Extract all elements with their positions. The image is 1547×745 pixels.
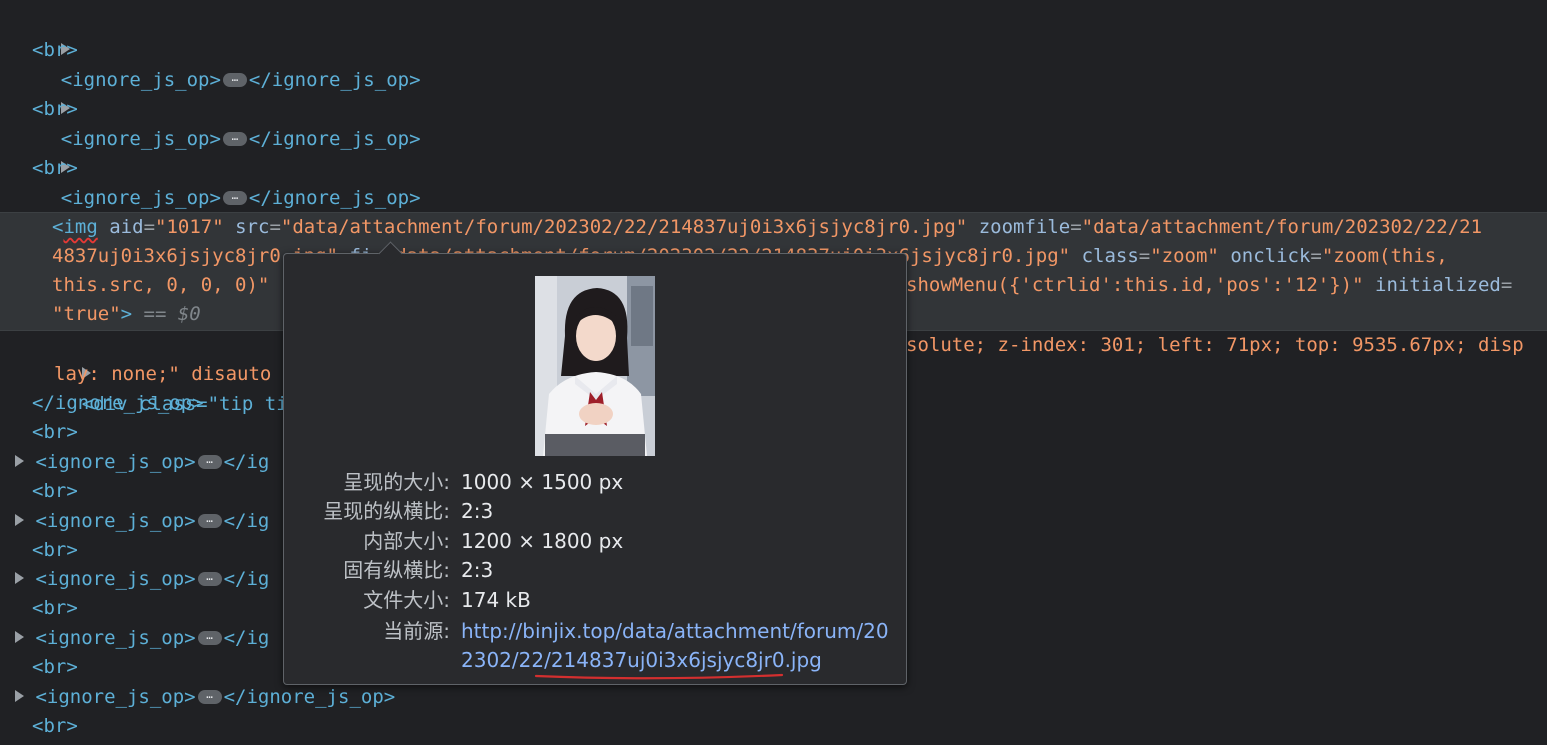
tooltip-row-intrinsic-ratio: 固有纵横比: 2:3	[343, 558, 494, 582]
tooltip-row-rendered-ratio: 呈现的纵横比: 2:3	[323, 499, 494, 523]
ellipsis-icon[interactable]: …	[197, 454, 222, 469]
dom-node-ignore-js-op[interactable]: <ignore_js_op>… </ignore_js_op>	[15, 125, 1547, 209]
expand-triangle-icon[interactable]	[15, 689, 24, 702]
div-tip-style-tail: solute; z-index: 301; left: 71px; top: 9…	[906, 334, 1524, 356]
image-thumbnail	[535, 276, 655, 456]
dom-node-ignore-js-op[interactable]: <ignore_js_op>… </ignore_js_op>	[15, 66, 1547, 150]
image-preview-tooltip: 呈现的大小: 1000 × 1500 px 呈现的纵横比: 2:3 内部大小: 120…	[283, 241, 907, 685]
dom-node-br[interactable]: <br>	[32, 712, 1547, 742]
ellipsis-icon[interactable]: …	[197, 689, 222, 704]
img-line-3-tail: showMenu({'ctrlid':this.id,'pos':'12'})"…	[906, 274, 1513, 296]
dom-node-br[interactable]: <br>	[32, 36, 1547, 66]
ellipsis-icon[interactable]: …	[197, 630, 222, 645]
expand-triangle-icon[interactable]	[15, 571, 24, 584]
tooltip-row-intrinsic-size: 内部大小: 1200 × 1800 px	[363, 529, 624, 553]
expand-triangle-icon[interactable]	[15, 630, 24, 643]
ellipsis-icon[interactable]: …	[197, 513, 222, 528]
dom-node-br[interactable]: <br>	[32, 154, 1547, 184]
dom-node-ignore-js-op-expanded[interactable]: <ignore_js_op>	[11, 184, 1547, 268]
current-source-link[interactable]: http://binjix.top/data/attachment/forum/…	[461, 617, 901, 675]
red-annotation-underline	[534, 673, 784, 680]
expand-triangle-icon[interactable]	[15, 454, 24, 467]
tooltip-row-rendered-size: 呈现的大小: 1000 × 1500 px	[343, 470, 624, 494]
dom-node-ignore-js-op[interactable]: <ignore_js_op>… </ignore_js_op>	[15, 7, 1547, 91]
img-line-1: <img aid="1017" src="data/attachment/for…	[52, 216, 1483, 238]
expand-triangle-icon[interactable]	[15, 513, 24, 526]
dom-node-br[interactable]: <br>	[32, 95, 1547, 125]
selected-marker: == $0	[143, 303, 201, 325]
tooltip-row-file-size: 文件大小: 174 kB	[363, 588, 531, 612]
dom-node-ignore-js-op[interactable]: <ignore_js_op>… </ignore_js_op>	[15, 683, 1547, 713]
ellipsis-icon[interactable]: …	[197, 571, 222, 586]
